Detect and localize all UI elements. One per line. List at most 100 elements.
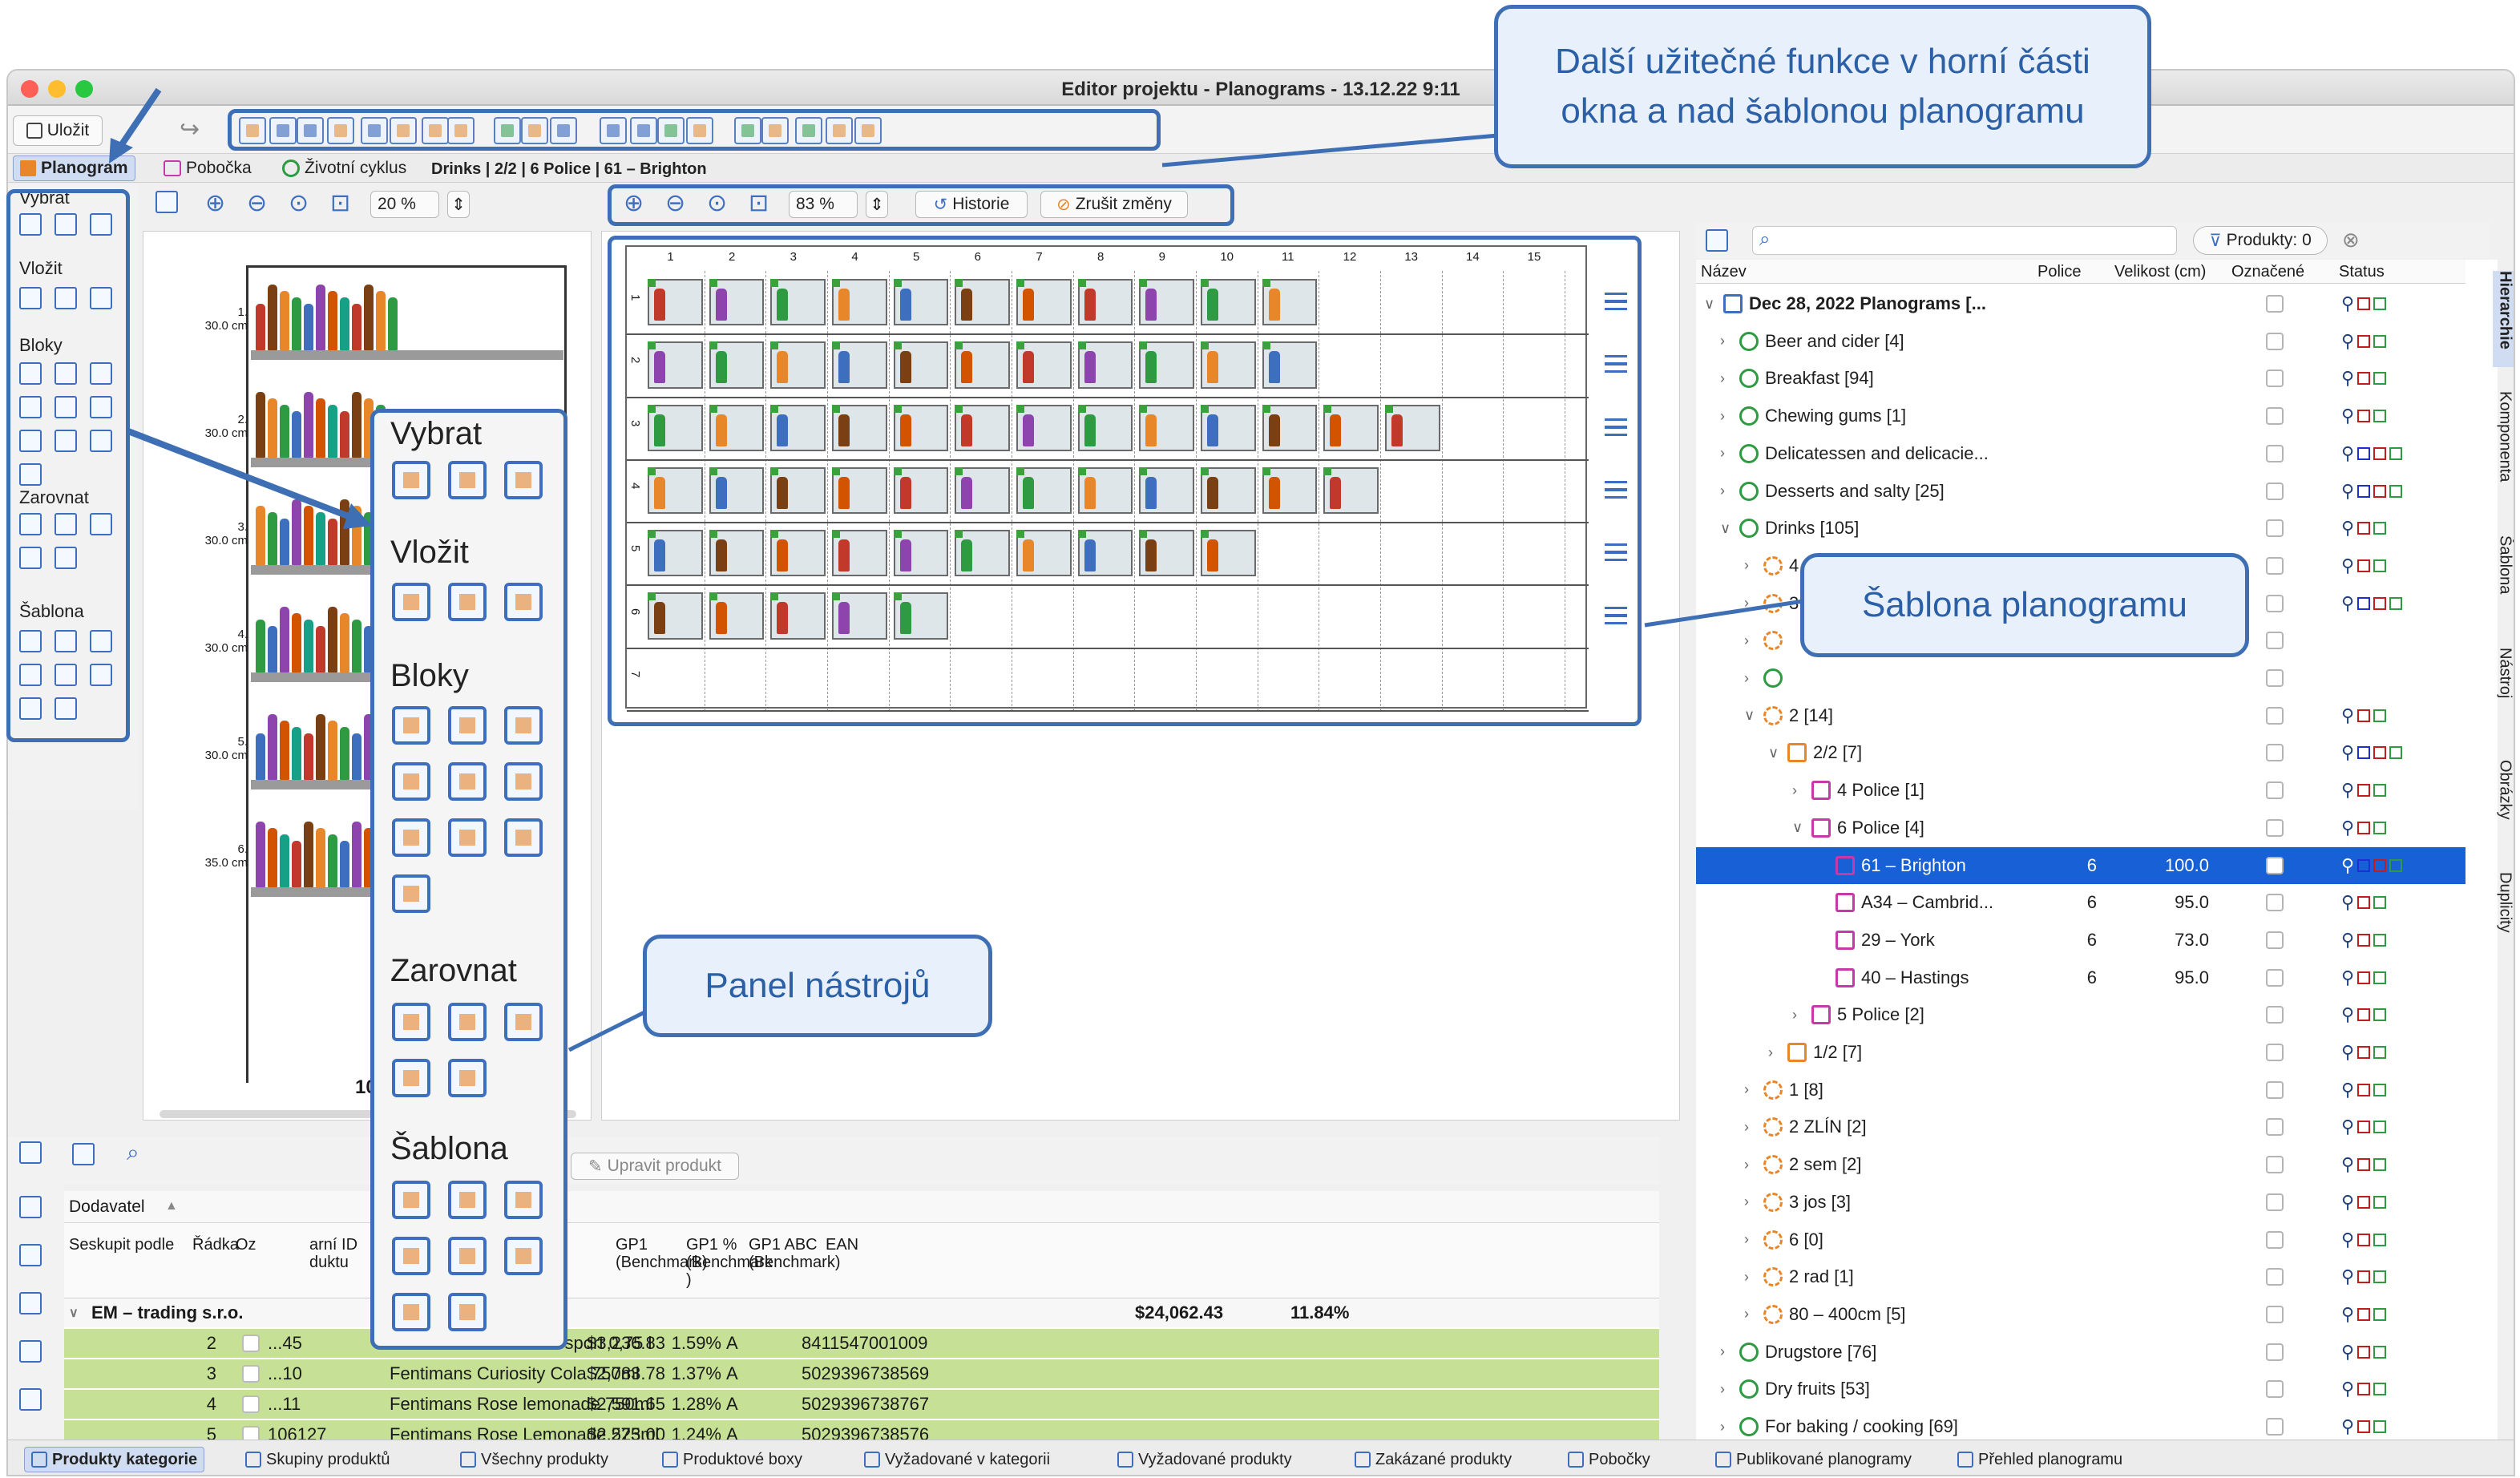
shelf-product[interactable] — [328, 405, 337, 458]
edit-product-button[interactable]: ✎ Upravit produkt — [571, 1153, 739, 1180]
expand-chevron-icon[interactable]: › — [1792, 782, 1805, 799]
shelf-product[interactable] — [340, 727, 349, 780]
hierarchy-row[interactable]: › 2 ZLÍN [2] ⚲ — [1696, 1108, 2465, 1145]
marked-checkbox[interactable] — [2266, 519, 2284, 538]
hierarchy-row[interactable]: ∨ Dec 28, 2022 Planograms [... ⚲ — [1696, 285, 2465, 322]
expand-chevron-icon[interactable]: › — [1744, 1081, 1757, 1098]
table-header-cell[interactable]: arní ID duktu — [309, 1236, 357, 1271]
fp-template-remove-icon[interactable] — [504, 1181, 543, 1219]
fp-block-arrange-icon[interactable] — [392, 706, 430, 745]
hierarchy-row[interactable]: 40 – Hastings 6 95.0 ⚲ — [1696, 959, 2465, 996]
bottom-tab[interactable]: Všechny produkty — [460, 1447, 608, 1472]
check-list-icon[interactable] — [19, 1141, 42, 1164]
fp-template-add-icon[interactable] — [448, 1181, 487, 1219]
expand-chevron-icon[interactable]: ∨ — [1768, 745, 1781, 761]
expand-chevron-icon[interactable]: ∨ — [1744, 707, 1757, 724]
fp-template-grid-icon[interactable] — [448, 1237, 487, 1275]
hierarchy-row[interactable]: › Dry fruits [53] ⚲ — [1696, 1371, 2465, 1407]
table-header-cell[interactable]: EAN — [826, 1236, 858, 1254]
shelf-product[interactable] — [256, 620, 265, 672]
shelf-product[interactable] — [352, 822, 361, 887]
expand-chevron-icon[interactable]: › — [1720, 333, 1733, 349]
left-zoom-stepper[interactable]: ⇕ — [447, 191, 470, 218]
shelf-product[interactable] — [340, 411, 349, 458]
shelf-product[interactable] — [340, 841, 349, 887]
fp-block-expand-icon[interactable] — [504, 762, 543, 801]
shelf-product[interactable] — [352, 392, 361, 458]
hierarchy-row[interactable]: › Desserts and salty [25] ⚲ — [1696, 473, 2465, 510]
shelf-product[interactable] — [256, 733, 265, 780]
expand-chevron-icon[interactable]: › — [1720, 1343, 1733, 1360]
bottom-tab[interactable]: Pobočky — [1568, 1447, 1650, 1472]
marked-checkbox[interactable] — [2266, 968, 2284, 987]
document-icon[interactable] — [19, 1340, 42, 1363]
help-icon[interactable] — [19, 1244, 42, 1266]
fp-template-mirror-icon[interactable] — [448, 1293, 487, 1331]
expand-chevron-icon[interactable]: › — [1720, 1381, 1733, 1398]
vtab-hierarchy[interactable]: Hierarchie — [2493, 271, 2514, 367]
shelf-product[interactable] — [268, 512, 277, 565]
fp-select-group-icon[interactable] — [448, 461, 487, 499]
fp-align-center-icon[interactable] — [448, 1003, 487, 1041]
shelf-product[interactable] — [316, 714, 325, 780]
table-view-icon[interactable] — [1706, 229, 1728, 252]
table-header-cell[interactable]: Oz — [236, 1236, 256, 1254]
hierarchy-row[interactable]: 29 – York 6 73.0 ⚲ — [1696, 922, 2465, 959]
expand-chevron-icon[interactable]: › — [1720, 370, 1733, 387]
shelf-product[interactable] — [256, 506, 265, 565]
shelf-product[interactable] — [256, 304, 265, 350]
shelf-product[interactable] — [280, 834, 289, 887]
shelf-product[interactable] — [292, 613, 301, 672]
shelf-product[interactable] — [328, 721, 337, 780]
fp-block-stack-icon[interactable] — [392, 874, 430, 913]
clear-filter-icon[interactable]: ⊗ — [2342, 228, 2360, 252]
fp-block-select-icon[interactable] — [392, 762, 430, 801]
shelf-product[interactable] — [304, 822, 313, 887]
marked-checkbox[interactable] — [2266, 1044, 2284, 1061]
expand-chevron-icon[interactable]: › — [1744, 557, 1757, 574]
product-row[interactable]: 4 ...11 Fentimans Rose lemonade 750ml $2,59… — [64, 1390, 1659, 1419]
expand-chevron-icon[interactable]: › — [1744, 670, 1757, 687]
hierarchy-row[interactable]: ∨ 2 [14] ⚲ — [1696, 697, 2465, 734]
hierarchy-row[interactable]: › Breakfast [94] ⚲ — [1696, 360, 2465, 397]
hierarchy-row[interactable]: › — [1696, 660, 2465, 697]
expand-chevron-icon[interactable]: › — [1768, 1044, 1781, 1061]
marked-checkbox[interactable] — [2266, 1156, 2284, 1174]
fp-block-fit-icon[interactable] — [448, 706, 487, 745]
shelf-product[interactable] — [292, 499, 301, 565]
bottom-tab[interactable]: Publikované planogramy — [1715, 1447, 1912, 1472]
grid-settings-icon[interactable] — [72, 1143, 95, 1165]
hierarchy-row[interactable]: › 3 jos [3] ⚲ — [1696, 1184, 2465, 1221]
hierarchy-row[interactable]: A34 – Cambrid... 6 95.0 ⚲ — [1696, 884, 2465, 921]
product-checkbox[interactable] — [242, 1395, 260, 1413]
marked-checkbox[interactable] — [2266, 781, 2284, 800]
fp-align-justify-icon[interactable] — [392, 1059, 430, 1097]
hierarchy-row[interactable]: › 6 [0] ⚲ — [1696, 1222, 2465, 1258]
product-row[interactable]: 3 ...10 Fentimans Curiosity Cola 750ml $2,7… — [64, 1359, 1659, 1388]
expand-chevron-icon[interactable]: › — [1744, 632, 1757, 649]
shelf-product[interactable] — [316, 285, 325, 350]
vtab-component[interactable]: Komponenta — [2493, 391, 2514, 511]
fp-template-apply-icon[interactable] — [392, 1181, 430, 1219]
shelf-product[interactable] — [280, 291, 289, 350]
marked-checkbox[interactable] — [2266, 931, 2284, 949]
expand-chevron-icon[interactable]: › — [1744, 1306, 1757, 1323]
shelf-product[interactable] — [256, 822, 265, 887]
shelf-product[interactable] — [268, 398, 277, 458]
fp-block-move-icon[interactable] — [392, 818, 430, 857]
tab-lifecycle[interactable]: Životní cyklus — [276, 155, 413, 181]
marked-checkbox[interactable] — [2266, 1080, 2284, 1099]
marked-checkbox[interactable] — [2266, 632, 2284, 650]
shelf-product[interactable] — [304, 733, 313, 780]
expand-chevron-icon[interactable]: › — [1744, 1157, 1757, 1173]
fp-select-area-icon[interactable] — [392, 461, 430, 499]
shelf-product[interactable] — [268, 828, 277, 887]
vtab-template[interactable]: Šablona — [2493, 535, 2514, 624]
save-button[interactable]: Uložit — [13, 115, 103, 146]
expand-chevron-icon[interactable]: › — [1744, 1231, 1757, 1248]
bottom-tab[interactable]: Zakázané produkty — [1355, 1447, 1512, 1472]
expand-chevron-icon[interactable]: ∨ — [1720, 520, 1733, 537]
marked-checkbox[interactable] — [2266, 370, 2284, 388]
product-row[interactable]: 2...45Solan de Cabras PET sport 0,75 l$3… — [64, 1329, 1659, 1358]
hierarchy-row[interactable]: ∨ 6 Police [4] ⚲ — [1696, 810, 2465, 846]
